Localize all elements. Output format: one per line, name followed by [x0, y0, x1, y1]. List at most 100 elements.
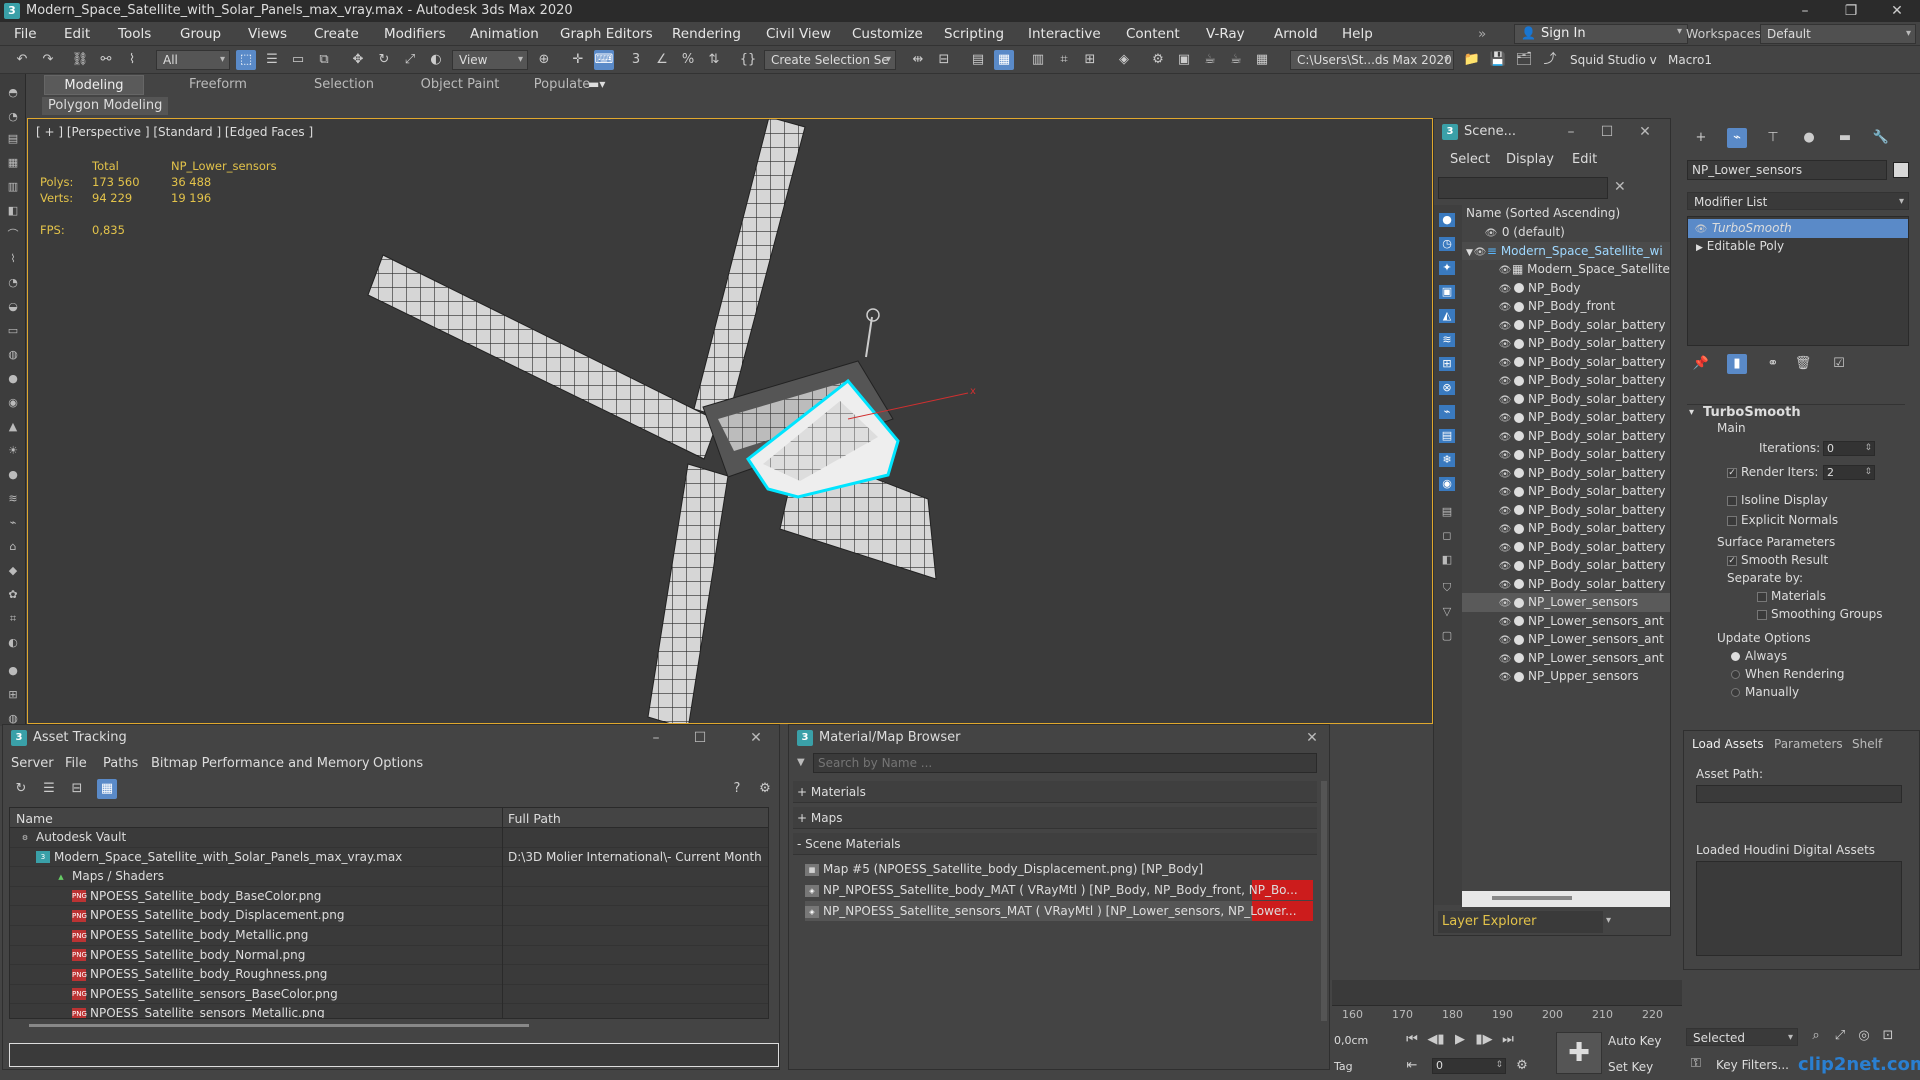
materials-checkbox[interactable]: Materials	[1757, 589, 1826, 603]
configure-modifier-sets-icon[interactable]: ☑	[1829, 354, 1849, 374]
render-production-icon[interactable]: ☕	[1200, 50, 1220, 70]
scene-material-item[interactable]: ▦ Map #5 (NPOESS_Satellite_body_Displacem…	[805, 859, 1313, 879]
workspaces-dropdown[interactable]: Default	[1760, 24, 1916, 44]
close-icon[interactable]: ✕	[1874, 0, 1920, 22]
sign-in-dropdown[interactable]: 👤 Sign In ▾	[1514, 24, 1688, 44]
layer-explorer-dropdown[interactable]: Layer Explorer	[1438, 911, 1603, 933]
filter-cameras-icon[interactable]: ▣	[1439, 285, 1455, 299]
tree-row[interactable]: 👁 NP_Body_solar_battery	[1462, 371, 1670, 390]
zoom-icon[interactable]: ⌕	[1806, 1026, 1826, 1046]
rollout-title[interactable]: TurboSmooth	[1703, 405, 1801, 420]
hierarchy-tab-icon[interactable]: ⊤	[1763, 128, 1783, 148]
tool-icon[interactable]: ●	[5, 372, 21, 386]
tree-row[interactable]: 👁 NP_Body_solar_battery	[1462, 482, 1670, 501]
refresh-icon[interactable]: ↻	[11, 779, 31, 799]
table-row[interactable]: PNG NPOESS_Satellite_body_Normal.png	[10, 946, 768, 966]
window-crossing-icon[interactable]: ⧉	[314, 50, 334, 70]
auto-key-button[interactable]: Auto Key	[1608, 1034, 1661, 1048]
keyboard-shortcut-override-icon[interactable]: ⌨	[594, 50, 614, 70]
settings-icon[interactable]: ⚙	[755, 779, 775, 799]
tool-icon[interactable]: ◆	[5, 564, 21, 578]
tool-icon[interactable]: ◧	[5, 204, 21, 218]
visibility-icon[interactable]: 👁	[1498, 521, 1512, 538]
minimize-icon[interactable]: –	[1560, 121, 1582, 143]
asset-path-status-input[interactable]	[9, 1043, 779, 1067]
menu-modifiers[interactable]: Modifiers	[384, 22, 446, 46]
maximize-icon[interactable]: ❐	[1828, 0, 1874, 22]
curve-editor-icon[interactable]: ⌗	[1054, 50, 1074, 70]
visibility-icon[interactable]: 👁	[1498, 503, 1512, 520]
tool-icon[interactable]: ◔	[5, 276, 21, 290]
tree-row[interactable]: 👁 NP_Lower_sensors_ant	[1462, 612, 1670, 631]
rendered-frame-window-icon[interactable]: ▣	[1174, 50, 1194, 70]
horizontal-scrollbar[interactable]	[9, 1021, 769, 1031]
align-icon[interactable]: ⊟	[934, 50, 954, 70]
tool-icon[interactable]: ▥	[5, 180, 21, 194]
help-icon[interactable]: ?	[727, 779, 747, 799]
tab-modeling[interactable]: Modeling	[44, 75, 144, 95]
asset-path-input[interactable]	[1696, 785, 1902, 803]
tree-row[interactable]: 👁 NP_Body_solar_battery	[1462, 334, 1670, 353]
tool-icon[interactable]: ≋	[5, 492, 21, 506]
filter-geometry-icon[interactable]: ●	[1439, 213, 1455, 227]
filter-lights-icon[interactable]: ✦	[1439, 261, 1455, 275]
tree-row[interactable]: 👁 NP_Body	[1462, 279, 1670, 298]
named-selection-set-dropdown[interactable]: Create Selection Se	[764, 50, 896, 70]
reference-coordinate-dropdown[interactable]: View	[452, 50, 528, 70]
chevron-down-icon[interactable]: ▾	[1689, 407, 1694, 418]
menu-file[interactable]: File	[14, 22, 37, 46]
menu-graph-editors[interactable]: Graph Editors	[560, 22, 653, 46]
menu-edit[interactable]: Edit	[64, 22, 90, 46]
ribbon-options-icon[interactable]: ▬▾	[588, 77, 605, 91]
visibility-icon[interactable]: 👁	[1498, 373, 1512, 390]
remove-modifier-icon[interactable]: 🗑	[1793, 354, 1813, 374]
utilities-tab-icon[interactable]: 🔧	[1871, 128, 1891, 148]
visibility-icon[interactable]: 👁	[1498, 651, 1512, 668]
column-divider[interactable]	[502, 808, 503, 828]
filter-hidden-icon[interactable]: ◉	[1439, 477, 1455, 491]
tool-icon[interactable]: ▭	[5, 324, 21, 338]
tool-icon[interactable]: ⌇	[5, 252, 21, 266]
set-key-button[interactable]: ✚	[1556, 1032, 1602, 1074]
vray-frame-buffer-icon[interactable]: ▦	[1252, 50, 1272, 70]
solar-panel-upper[interactable]	[693, 119, 806, 420]
visibility-icon[interactable]: 👁	[1484, 225, 1498, 242]
display-tab-icon[interactable]: ▬	[1835, 128, 1855, 148]
key-mode-icon[interactable]: ⇤	[1402, 1056, 1422, 1076]
mirror-icon[interactable]: ⇹	[908, 50, 928, 70]
menu-civil-view[interactable]: Civil View	[766, 22, 831, 46]
field-of-view-icon[interactable]: ◎	[1854, 1026, 1874, 1046]
group-maps[interactable]: + Maps	[793, 807, 1317, 829]
polygon-modeling-label[interactable]: Polygon Modeling	[42, 97, 169, 115]
filter-bones-icon[interactable]: ⌁	[1439, 405, 1455, 419]
table-row[interactable]: PNG NPOESS_Satellite_body_BaseColor.png	[10, 887, 768, 907]
display-none-icon[interactable]: ◻	[1439, 529, 1455, 543]
horizontal-scrollbar[interactable]	[1462, 891, 1670, 907]
menu-views[interactable]: Views	[248, 22, 287, 46]
menu-rendering[interactable]: Rendering	[672, 22, 741, 46]
tool-icon[interactable]: ◉	[5, 396, 21, 410]
perspective-viewport[interactable]: [ + ] [Perspective ] [Standard ] [Edged …	[27, 118, 1433, 724]
unlink-icon[interactable]: ⚯	[96, 50, 116, 70]
visibility-icon[interactable]: 👁	[1498, 429, 1512, 446]
tree-row[interactable]: 👁 NP_Body_solar_battery	[1462, 427, 1670, 446]
visibility-icon[interactable]: 👁	[1498, 595, 1512, 612]
tree-row[interactable]: 👁 NP_Body_solar_battery	[1462, 501, 1670, 520]
scrollbar-thumb[interactable]	[29, 1024, 529, 1027]
tool-icon[interactable]: ●	[5, 468, 21, 482]
tree-row[interactable]: 👁 NP_Body_solar_battery	[1462, 408, 1670, 427]
filter-frozen-icon[interactable]: ❄	[1439, 453, 1455, 467]
visibility-icon[interactable]: 👁	[1498, 447, 1512, 464]
schematic-view-icon[interactable]: ⊞	[1080, 50, 1100, 70]
maximize-icon[interactable]: ☐	[689, 727, 711, 749]
visibility-icon[interactable]: 👁	[1498, 577, 1512, 594]
chevron-down-icon[interactable]: ▼	[797, 757, 805, 768]
tool-icon[interactable]: ▤	[5, 132, 21, 146]
scene-material-item-selected[interactable]: ◈ NP_NPOESS_Satellite_sensors_MAT ( VRayM…	[805, 901, 1313, 921]
object-color-swatch[interactable]	[1893, 162, 1909, 178]
menu-arnold[interactable]: Arnold	[1274, 22, 1318, 46]
tree-row[interactable]: 👁▦ Modern_Space_Satellite	[1462, 260, 1670, 279]
tool-icon[interactable]: ◒	[5, 300, 21, 314]
filter-toggle-icon[interactable]: ⛉	[1439, 581, 1455, 595]
scale-icon[interactable]: ⤢	[400, 50, 420, 70]
